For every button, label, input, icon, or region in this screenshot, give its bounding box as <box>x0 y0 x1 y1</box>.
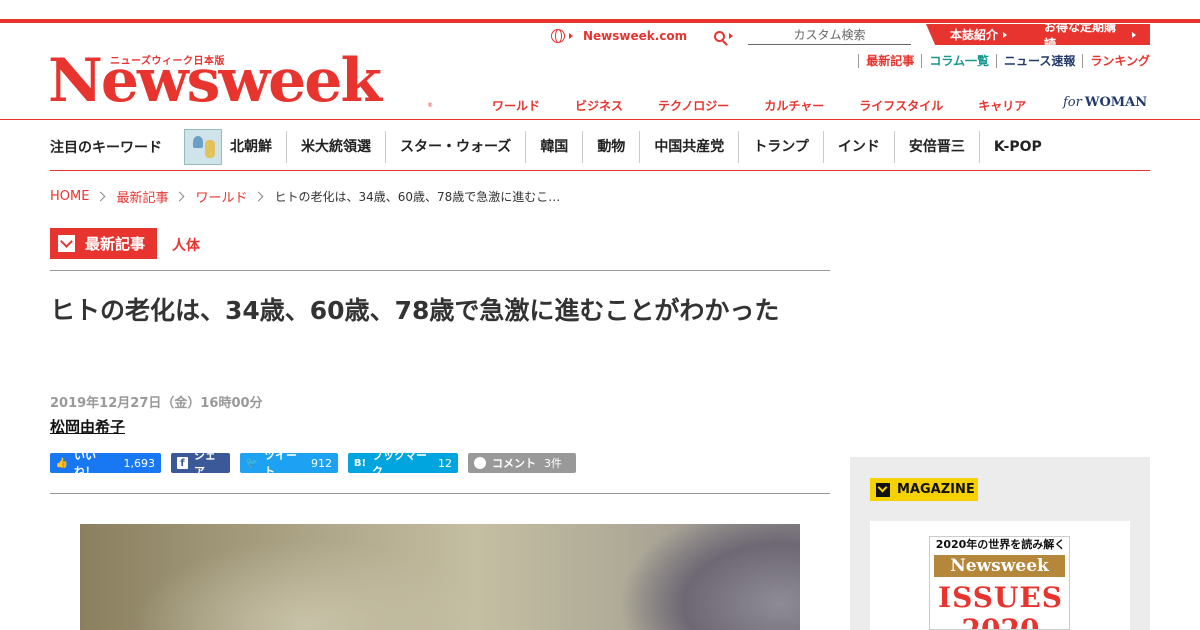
for-woman-prefix: for <box>1063 95 1082 110</box>
comment-button[interactable]: コメント 3件 <box>468 453 576 473</box>
keyword-item[interactable]: 米大統領選 <box>287 131 386 163</box>
header-divider <box>0 119 1200 120</box>
for-woman-link[interactable]: for WOMAN <box>1063 95 1147 110</box>
tag-latest-articles[interactable]: 最新記事 <box>50 228 157 259</box>
breadcrumb-home[interactable]: HOME <box>50 189 89 204</box>
breadcrumb: HOME 最新記事 ワールド ヒトの老化は、34歳、60歳、78歳で急激に進むこ… <box>50 187 560 206</box>
sub-navigation: 最新記事 コラム一覧 ニュース速報 ランキング <box>858 54 1150 68</box>
tweet-button[interactable]: 🐦 ツイート 912 <box>240 449 338 478</box>
keyword-item[interactable]: 中国共産党 <box>640 131 740 163</box>
search-input[interactable] <box>748 25 911 45</box>
keyword-thumbnail-image[interactable] <box>184 129 222 165</box>
category-lifestyle[interactable]: ライフスタイル <box>859 97 943 114</box>
twitter-bird-icon: 🐦 <box>245 457 259 469</box>
global-site-label[interactable]: Newsweek.com <box>583 29 687 43</box>
comment-count: 3件 <box>544 457 562 470</box>
facebook-icon: f <box>177 457 188 469</box>
logo-wordmark[interactable]: Newsweek <box>48 46 382 116</box>
category-business[interactable]: ビジネス <box>575 97 623 114</box>
tweet-label: ツイート <box>264 449 297 478</box>
social-divider <box>50 493 830 494</box>
bookmark-count: 12 <box>438 456 452 470</box>
search-icon <box>714 30 725 42</box>
chevron-down-icon <box>876 482 890 497</box>
chevron-right-icon <box>96 191 106 202</box>
hatena-bookmark-button[interactable]: B! ブックマーク 12 <box>348 449 458 478</box>
global-site-link[interactable]: Newsweek.com <box>551 26 687 46</box>
article-author[interactable]: 松岡由希子 <box>50 416 125 437</box>
subscribe-button[interactable]: お得な定期購読 <box>1020 24 1150 45</box>
article-date: 2019年12月27日（金）16時00分 <box>50 396 263 411</box>
tag-divider <box>50 270 830 271</box>
thumbs-up-icon: 👍 <box>55 457 69 469</box>
sublink-columns[interactable]: コラム一覧 <box>921 54 996 68</box>
bookmark-label: ブックマーク <box>372 449 427 478</box>
keyword-item[interactable]: 安倍晋三 <box>895 131 980 163</box>
keyword-item[interactable]: トランプ <box>739 131 824 163</box>
keyword-bar: 注目のキーワード 北朝鮮 米大統領選 スター・ウォーズ 韓国 動物 中国共産党 … <box>50 128 1056 166</box>
sublink-latest[interactable]: 最新記事 <box>858 54 921 68</box>
keyword-bar-title: 注目のキーワード <box>50 140 162 156</box>
keyword-item[interactable]: スター・ウォーズ <box>386 131 527 163</box>
share-label: シェア <box>193 449 216 478</box>
keyword-item[interactable]: 動物 <box>583 131 641 163</box>
sublink-news-flash[interactable]: ニュース速報 <box>995 54 1082 68</box>
search-button[interactable] <box>714 26 743 46</box>
facebook-share-button[interactable]: f シェア <box>171 449 230 478</box>
sublink-ranking[interactable]: ランキング <box>1082 54 1150 68</box>
breadcrumb-current: ヒトの老化は、34歳、60歳、78歳で急激に進むこ… <box>274 190 561 204</box>
keyword-bar-divider <box>50 170 1150 171</box>
cover-tagline: 2020年の世界を読み解く <box>935 538 1066 551</box>
cover-year: 2020 <box>961 613 1040 630</box>
cover-title: ISSUES <box>938 581 1063 614</box>
category-culture[interactable]: カルチャー <box>764 97 824 114</box>
hatena-bookmark-icon: B! <box>353 457 367 469</box>
top-accent-bar <box>0 19 1200 23</box>
keyword-item[interactable]: 韓国 <box>526 131 584 163</box>
tweet-count: 912 <box>311 456 332 470</box>
category-technology[interactable]: テクノロジー <box>658 97 729 114</box>
chevron-right-icon <box>254 191 264 202</box>
article-hero-image <box>80 524 800 630</box>
like-count: 1,693 <box>123 456 156 470</box>
globe-icon <box>551 29 565 43</box>
article-headline: ヒトの老化は、34歳、60歳、78歳で急激に進むことがわかった <box>50 296 780 325</box>
category-career[interactable]: キャリア <box>978 97 1026 114</box>
comment-label: コメント <box>492 457 536 470</box>
keyword-item[interactable]: K-POP <box>980 131 1056 163</box>
magazine-cover-image[interactable]: 2020年の世界を読み解く Newsweek ISSUES 2020 <box>929 536 1070 630</box>
logo-registered: ® <box>427 102 433 109</box>
tag-latest-label: 最新記事 <box>85 235 146 253</box>
caret-right-icon <box>1003 31 1008 38</box>
breadcrumb-world[interactable]: ワールド <box>195 187 247 206</box>
like-label: いいね！ <box>74 449 96 478</box>
magazine-heading: MAGAZINE <box>870 478 978 501</box>
cover-logo: Newsweek <box>934 555 1065 577</box>
chevron-right-icon <box>175 191 185 202</box>
breadcrumb-latest[interactable]: 最新記事 <box>116 187 168 206</box>
caret-right-icon <box>569 33 573 39</box>
keyword-item[interactable]: インド <box>824 131 895 163</box>
category-world[interactable]: ワールド <box>492 97 540 114</box>
keyword-item[interactable]: 北朝鮮 <box>226 131 287 163</box>
category-navigation: ワールド ビジネス テクノロジー カルチャー ライフスタイル キャリア <box>492 97 1061 114</box>
caret-right-icon <box>729 33 733 39</box>
about-magazine-label: 本誌紹介 <box>950 28 999 42</box>
for-woman-label: WOMAN <box>1084 95 1148 110</box>
magazine-label: MAGAZINE <box>897 482 975 497</box>
chevron-down-icon <box>58 235 75 252</box>
speech-bubble-icon <box>474 457 486 469</box>
tag-human-body[interactable]: 人体 <box>172 235 200 255</box>
facebook-like-button[interactable]: 👍 いいね！ 1,693 <box>50 449 161 478</box>
caret-right-icon <box>1132 31 1136 38</box>
